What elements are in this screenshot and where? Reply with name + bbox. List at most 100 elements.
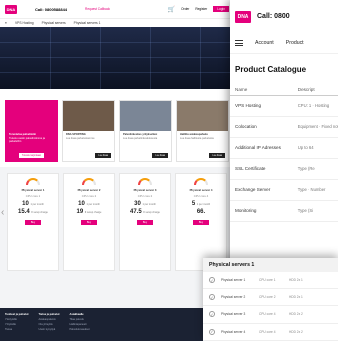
- footer-link[interactable]: Palvelukuvaukset: [69, 328, 89, 331]
- server-card: Physical server 1 CPU core 1 10 1 per mo…: [7, 173, 59, 271]
- promo-card[interactable]: DNA SPORTING Lue lisaa palvelustamme Lue…: [62, 100, 115, 162]
- footer-link[interactable]: Ota yhteyttä: [38, 323, 59, 326]
- call-text: Call: 0800588844: [35, 6, 68, 12]
- cell-name: Exchange Server: [230, 179, 293, 201]
- server-disk: HDD 2x 2: [289, 312, 303, 317]
- cell-desc: Equipment · Fixed not: [292, 116, 338, 138]
- table-row[interactable]: Additional IP Adresses Up to 64: [230, 137, 338, 159]
- table-row[interactable]: SSL Certificate Type (Re: [230, 158, 338, 180]
- server-card: Physical server 4 CPU core 4 5 1 per mon…: [175, 173, 227, 271]
- table-row[interactable]: Exchange Server Type · Number: [230, 179, 338, 201]
- cell-name: VPS Hosting: [230, 95, 293, 117]
- promo-button[interactable]: Lue lisaa: [152, 153, 168, 158]
- footer-link[interactable]: Yksityisille: [5, 318, 28, 321]
- footer-link[interactable]: Usein kysyttyä: [38, 328, 59, 331]
- gauge-icon: [26, 178, 40, 185]
- footer-link[interactable]: Hallintapaneeli: [69, 323, 89, 326]
- server-cpu: CPU core 4: [259, 329, 276, 334]
- brand-logo[interactable]: DNA: [5, 4, 17, 14]
- promo-button[interactable]: Lue lisaa: [95, 153, 111, 158]
- menu-icon[interactable]: ≡: [5, 21, 7, 25]
- price-month-unit: 1 per month: [30, 203, 44, 206]
- nav-vps[interactable]: VPS Hosting: [15, 21, 34, 25]
- check-icon[interactable]: ✓: [209, 328, 215, 335]
- check-icon[interactable]: ✓: [209, 294, 215, 301]
- setup-charge: 15.4: [18, 209, 30, 215]
- promo-row: Tervetuloa palvelimiin Tutustu uusiin pa…: [0, 89, 234, 167]
- setup-charge: 66.: [196, 209, 206, 215]
- request-callback-link[interactable]: Request Callback: [85, 7, 110, 11]
- footer-link[interactable]: Yrityksille: [5, 323, 28, 326]
- promo-button[interactable]: Tutustu tarjontaan: [18, 153, 45, 158]
- list-item[interactable]: ✓ Physical server 1 CPU core 1 HDD 2x 1: [203, 272, 338, 290]
- footer-col: Tietoa ja palvelut Asiakaspalvelu Ota yh…: [38, 313, 59, 336]
- server-cards: ‹ Physical server 1 CPU core 1 10 1 per …: [0, 167, 234, 277]
- promo-button[interactable]: Lue lisaa: [209, 153, 225, 158]
- buy-button[interactable]: Buy: [137, 220, 153, 225]
- promo-card[interactable]: Palvelinkeskus yrityksellesi Lue lisaa p…: [119, 100, 172, 162]
- check-icon[interactable]: ✓: [209, 277, 215, 284]
- nav-physical-1[interactable]: Physical servers 1: [74, 21, 101, 25]
- cell-desc: Type · Number: [292, 179, 338, 201]
- promo-card[interactable]: Hallittu asiakaspalvelu Lue lisaa hallit…: [176, 100, 229, 162]
- price-month-unit: 1 per month: [142, 203, 156, 206]
- setup-charge-unit: € setup charge: [31, 211, 48, 214]
- col-header-name: Name: [230, 85, 293, 96]
- list-item[interactable]: ✓ Physical server 4 CPU core 4 HDD 2x 2: [203, 324, 338, 341]
- promo-desc: Lue lisaa hallitusta palvelusta: [180, 137, 214, 140]
- brand-logo[interactable]: DNA: [235, 10, 251, 23]
- table-row[interactable]: Colocation Equipment · Fixed not: [230, 116, 338, 138]
- server-name: Physical server 1: [221, 278, 246, 283]
- nav-product[interactable]: Product: [286, 40, 304, 46]
- promo-image: [6, 101, 57, 131]
- chevron-left-icon[interactable]: ‹: [1, 207, 4, 218]
- promo-card[interactable]: Tervetuloa palvelimiin Tutustu uusiin pa…: [5, 100, 58, 162]
- gauge-icon: [82, 178, 96, 185]
- cell-name: Monitoring: [230, 200, 293, 222]
- order-link[interactable]: Order: [181, 7, 189, 11]
- server-spec: CPU core 1: [25, 194, 41, 198]
- footer-heading: Tuotteet ja palvelut: [5, 313, 29, 316]
- table-row[interactable]: Monitoring Type (Si: [230, 200, 338, 222]
- footer-col: Tuotteet ja palvelut Yksityisille Yrityk…: [5, 313, 28, 336]
- right-nav: Account Product: [230, 33, 338, 53]
- list-item[interactable]: ✓ Physical server 2 CPU core 2 HDD 2x 1: [203, 289, 338, 307]
- list-item[interactable]: ✓ Physical server 3 CPU core 4 HDD 2x 2: [203, 306, 338, 324]
- price-month: 10: [22, 201, 29, 207]
- setup-charge: 19: [76, 209, 84, 215]
- call-text: Call: 0800: [257, 13, 290, 20]
- cell-name: SSL Certificate: [230, 158, 293, 180]
- server-name: Physical server 2: [221, 295, 246, 300]
- register-link[interactable]: Register: [195, 7, 207, 11]
- server-disk: HDD 2x 1: [289, 295, 303, 300]
- buy-button[interactable]: Buy: [81, 220, 97, 225]
- server-name: Physical server 3: [221, 312, 246, 317]
- left-header: DNA Call: 0800588844 Request Callback 🛒 …: [0, 0, 234, 18]
- server-name: Physical server 2: [77, 188, 101, 192]
- server-name: Physical server 3: [133, 188, 157, 192]
- footer-link[interactable]: Tilaa palvelu: [69, 318, 89, 321]
- cart-icon[interactable]: 🛒: [168, 6, 175, 13]
- col-header-desc: Descript: [292, 85, 338, 96]
- server-spec: CPU core 2: [137, 194, 153, 198]
- price-month: 30: [134, 201, 141, 207]
- server-cpu: CPU core 4: [259, 312, 276, 317]
- footer-link[interactable]: Tietoa: [5, 328, 28, 331]
- nav-physical[interactable]: Physical servers: [42, 21, 66, 25]
- page-title: Product Catalogue: [230, 53, 338, 85]
- buy-button[interactable]: Buy: [25, 220, 41, 225]
- promo-desc: Tutustu uusiin palvelimiimme ja palvelui…: [9, 137, 45, 144]
- nav-account[interactable]: Account: [255, 40, 274, 46]
- buy-button[interactable]: Buy: [193, 220, 209, 225]
- promo-image: [63, 101, 114, 131]
- menu-icon[interactable]: [235, 40, 243, 46]
- footer-link[interactable]: Asiakaspalvelu: [38, 318, 59, 321]
- right-header: DNA Call: 0800: [230, 0, 338, 33]
- check-icon[interactable]: ✓: [209, 311, 215, 318]
- login-button[interactable]: Login: [213, 6, 229, 12]
- price-month-unit: 1 per month: [196, 203, 211, 206]
- table-row[interactable]: VPS Hosting CPU: 1 · Hosting: [230, 95, 338, 117]
- server-name: Physical server 4: [221, 329, 246, 334]
- footer-heading: Tietoa ja palvelut: [38, 313, 60, 316]
- footer: Tuotteet ja palvelut Yksityisille Yrityk…: [0, 308, 234, 341]
